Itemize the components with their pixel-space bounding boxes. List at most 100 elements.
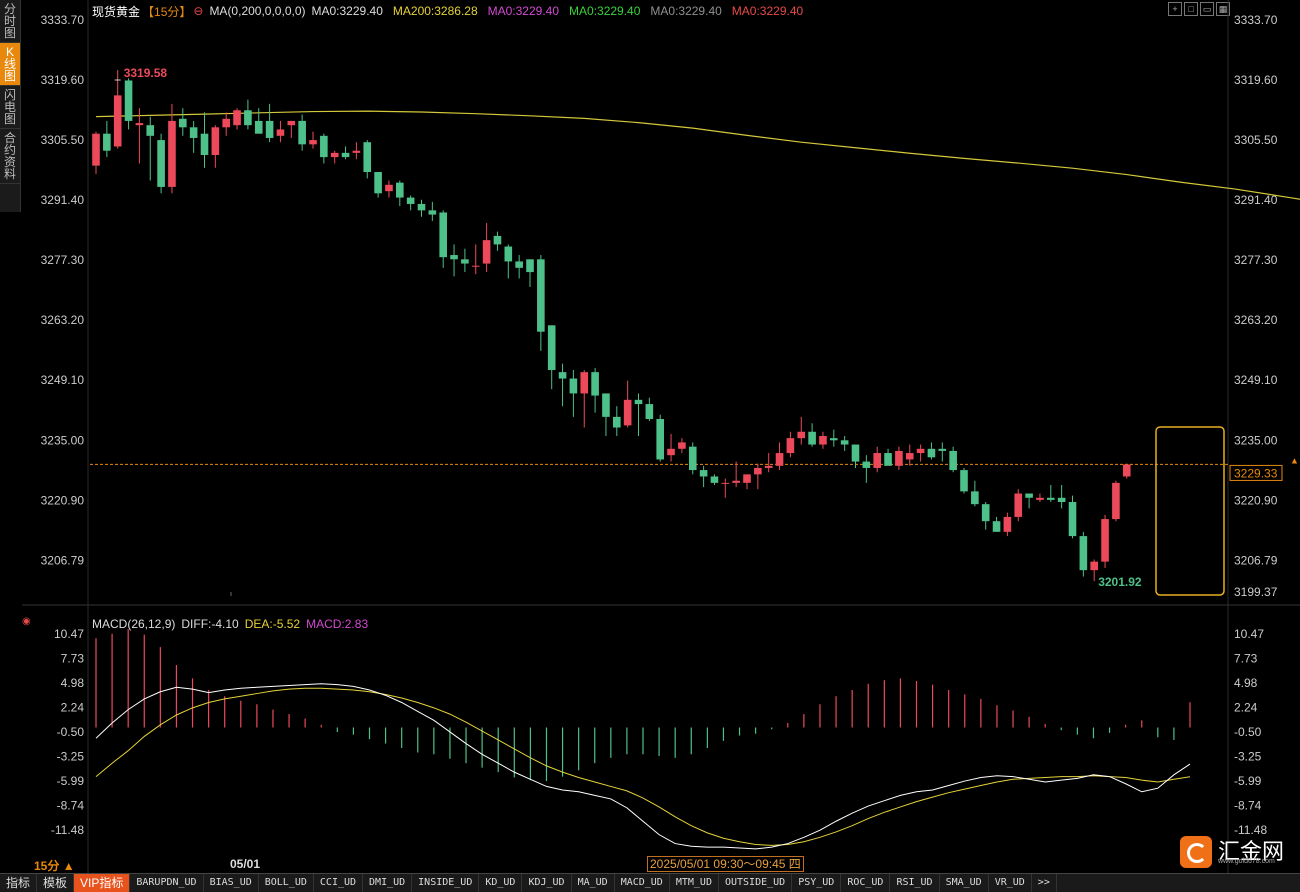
candle-body: [688, 446, 697, 471]
candle-body: [884, 453, 892, 466]
price-tick-left: 3235.00: [41, 433, 85, 447]
indicator-tab-3[interactable]: BARUPDN_UD: [130, 874, 204, 892]
indicator-tab-6[interactable]: CCI_UD: [314, 874, 364, 892]
macd-tick-left: 10.47: [54, 627, 84, 641]
candle-body: [92, 133, 100, 166]
diff-line: [95, 683, 1191, 850]
current-price-label: 3229.33: [1234, 466, 1278, 480]
candle-body: [916, 448, 925, 454]
logo-icon: [1180, 836, 1212, 868]
macd-tick-right: 10.47: [1234, 627, 1264, 641]
highlight-box: [1155, 426, 1225, 596]
macd-diff: DIFF:-4.10: [181, 617, 239, 631]
indicator-tab-0[interactable]: 指标: [0, 874, 38, 892]
candle-body: [406, 197, 415, 204]
indicator-tab-11[interactable]: MA_UD: [572, 874, 615, 892]
candle-body: [786, 438, 795, 454]
macd-tick-left: 7.73: [61, 651, 85, 665]
candle-body: [168, 120, 176, 187]
period-label[interactable]: 15分 ▲: [34, 857, 75, 874]
price-tick-right: 3277.30: [1234, 253, 1278, 267]
indicator-tab-2[interactable]: VIP指标: [74, 874, 131, 892]
candle-body: [330, 152, 339, 158]
candle-body: [363, 142, 372, 173]
indicator-tab-18[interactable]: SMA_UD: [940, 874, 989, 892]
candle-body: [862, 461, 871, 468]
candle-body: [124, 80, 133, 121]
price-tick-right: 3249.10: [1234, 373, 1278, 387]
macd-tick-right: -0.50: [1234, 725, 1262, 739]
price-tick-left: 3249.10: [41, 373, 85, 387]
candle-body: [287, 120, 296, 126]
macd-tick-left: 2.24: [61, 700, 85, 714]
candle-body: [200, 133, 209, 155]
kline-chart[interactable]: 3333.70 3333.70 3319.60 3319.60 3305.50 3305.…: [0, 0, 1300, 873]
candle-body: [949, 450, 957, 471]
candle-body: [1003, 516, 1012, 532]
price-tick-left: 3305.50: [41, 133, 85, 147]
price-tick-right: 3305.50: [1234, 133, 1278, 147]
indicator-tab-20[interactable]: >>: [1032, 874, 1057, 892]
logo-url: www.gold678.com: [1218, 858, 1275, 865]
candle-body: [613, 416, 621, 428]
indicator-tab-16[interactable]: ROC_UD: [841, 874, 891, 892]
candle-body: [699, 470, 708, 477]
indicator-tab-12[interactable]: MACD_UD: [615, 874, 670, 892]
candle-body: [1036, 497, 1044, 500]
candle-body: [471, 265, 480, 267]
ma200-line: [95, 110, 1300, 200]
indicator-tab-17[interactable]: RSI_UD: [890, 874, 940, 892]
macd-tick-right: 4.98: [1234, 676, 1258, 690]
indicator-tab-7[interactable]: DMI_UD: [363, 874, 413, 892]
candle-body: [938, 448, 947, 451]
candle-body: [341, 152, 350, 158]
indicator-tab-5[interactable]: BOLL_UD: [259, 874, 314, 892]
price-tick-left: 3206.79: [41, 553, 85, 567]
candle-body: [645, 404, 654, 419]
candle-body: [1014, 493, 1023, 517]
price-tick-left: 3277.30: [41, 253, 85, 267]
price-tick-right: 3319.60: [1234, 73, 1278, 87]
candle-body: [515, 261, 523, 268]
candle-body: [352, 150, 361, 153]
candle-body: [320, 135, 328, 158]
candle-body: [667, 448, 675, 456]
candle-body: [417, 203, 426, 211]
candle-body: [602, 393, 610, 417]
macd-tick-right: -5.99: [1234, 774, 1262, 788]
candle-body: [981, 504, 990, 522]
macd-tick-right: 7.73: [1234, 651, 1258, 665]
indicator-tab-4[interactable]: BIAS_UD: [204, 874, 259, 892]
candle-body: [558, 372, 567, 379]
candle-body: [895, 450, 903, 466]
candle-body: [743, 474, 751, 483]
candle-body: [103, 133, 111, 151]
candle-body: [580, 372, 589, 394]
candle-body: [905, 453, 914, 460]
macd-dea: DEA:-5.52: [244, 617, 301, 631]
candle-body: [732, 480, 740, 483]
indicator-tab-1[interactable]: 模板: [37, 874, 75, 892]
candle-body: [298, 120, 306, 145]
high-annotation: 3319.58: [124, 66, 168, 80]
indicator-tab-19[interactable]: VR_UD: [989, 874, 1032, 892]
candle-body: [754, 467, 762, 475]
candle-body: [276, 129, 285, 136]
price-arrow-icon: ▲: [1290, 455, 1299, 465]
indicator-tab-10[interactable]: KDJ_UD: [522, 874, 572, 892]
candle-body: [721, 482, 730, 484]
indicator-tab-15[interactable]: PSY_UD: [792, 874, 842, 892]
indicator-tab-14[interactable]: OUTSIDE_UD: [719, 874, 793, 892]
indicator-tab-8[interactable]: INSIDE_UD: [412, 874, 480, 892]
candle-body: [537, 259, 545, 332]
indicator-tab-13[interactable]: MTM_UD: [670, 874, 719, 892]
candle-body: [1025, 493, 1033, 498]
macd-header: MACD(26,12,9) DIFF:-4.10 DEA:-5.52 MACD:…: [92, 616, 368, 632]
indicator-tab-9[interactable]: KD_UD: [479, 874, 523, 892]
candle-body: [504, 246, 513, 262]
macd-tick-left: -5.99: [57, 774, 85, 788]
candle-body: [482, 240, 491, 264]
candle-body: [1101, 519, 1109, 562]
candle-body: [309, 140, 317, 145]
logo: 汇金网 www.gold678.com: [1180, 833, 1295, 871]
